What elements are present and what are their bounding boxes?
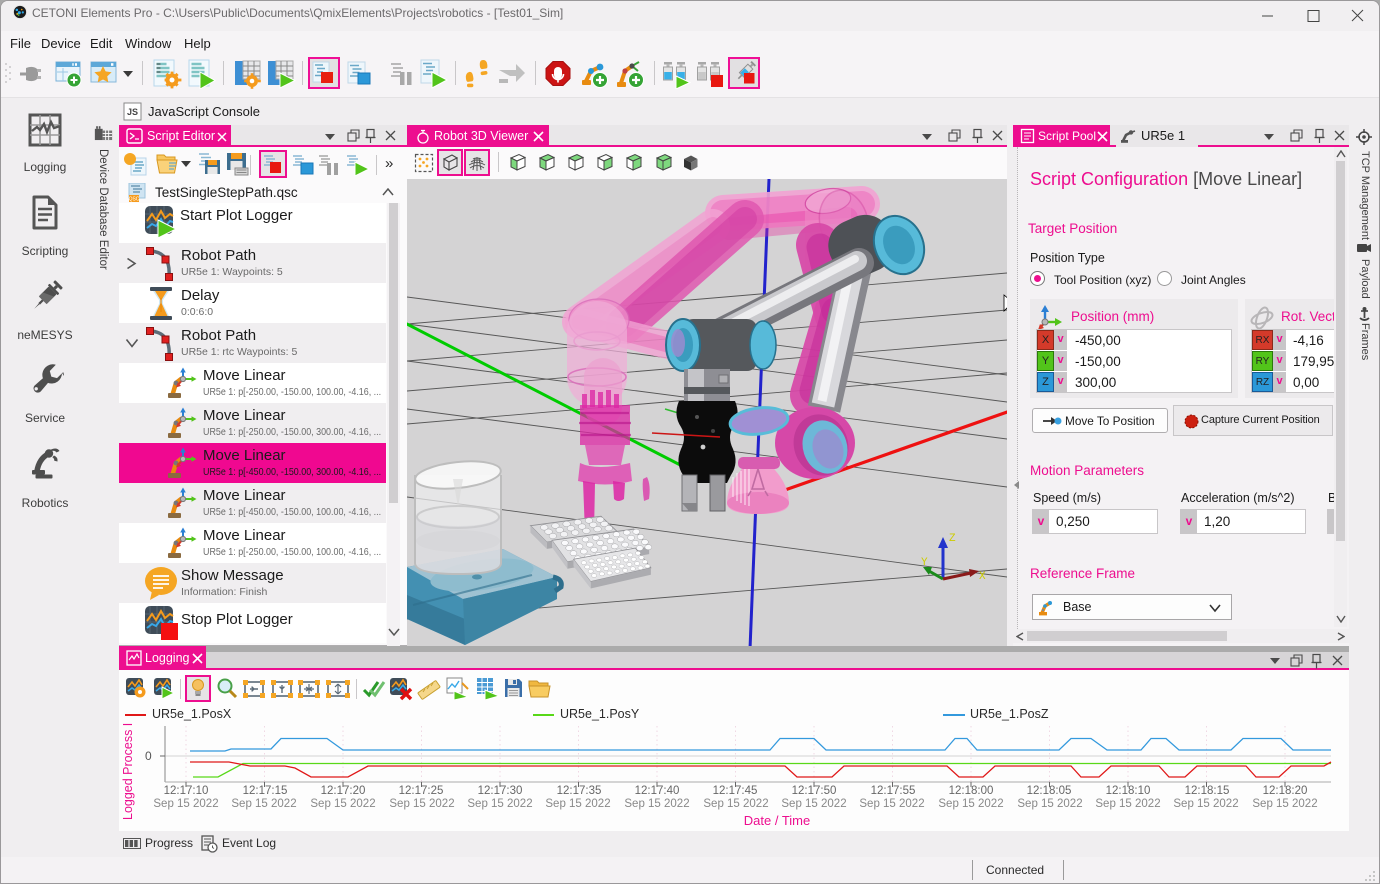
svg-text:QSC: QSC	[129, 197, 140, 202]
svg-text:Z: Z	[949, 533, 956, 545]
svg-text:Y: Y	[921, 557, 928, 569]
svg-text:Logged Process I: Logged Process I	[121, 723, 135, 820]
svg-text:X: X	[979, 571, 986, 583]
svg-text:JS: JS	[127, 107, 138, 117]
